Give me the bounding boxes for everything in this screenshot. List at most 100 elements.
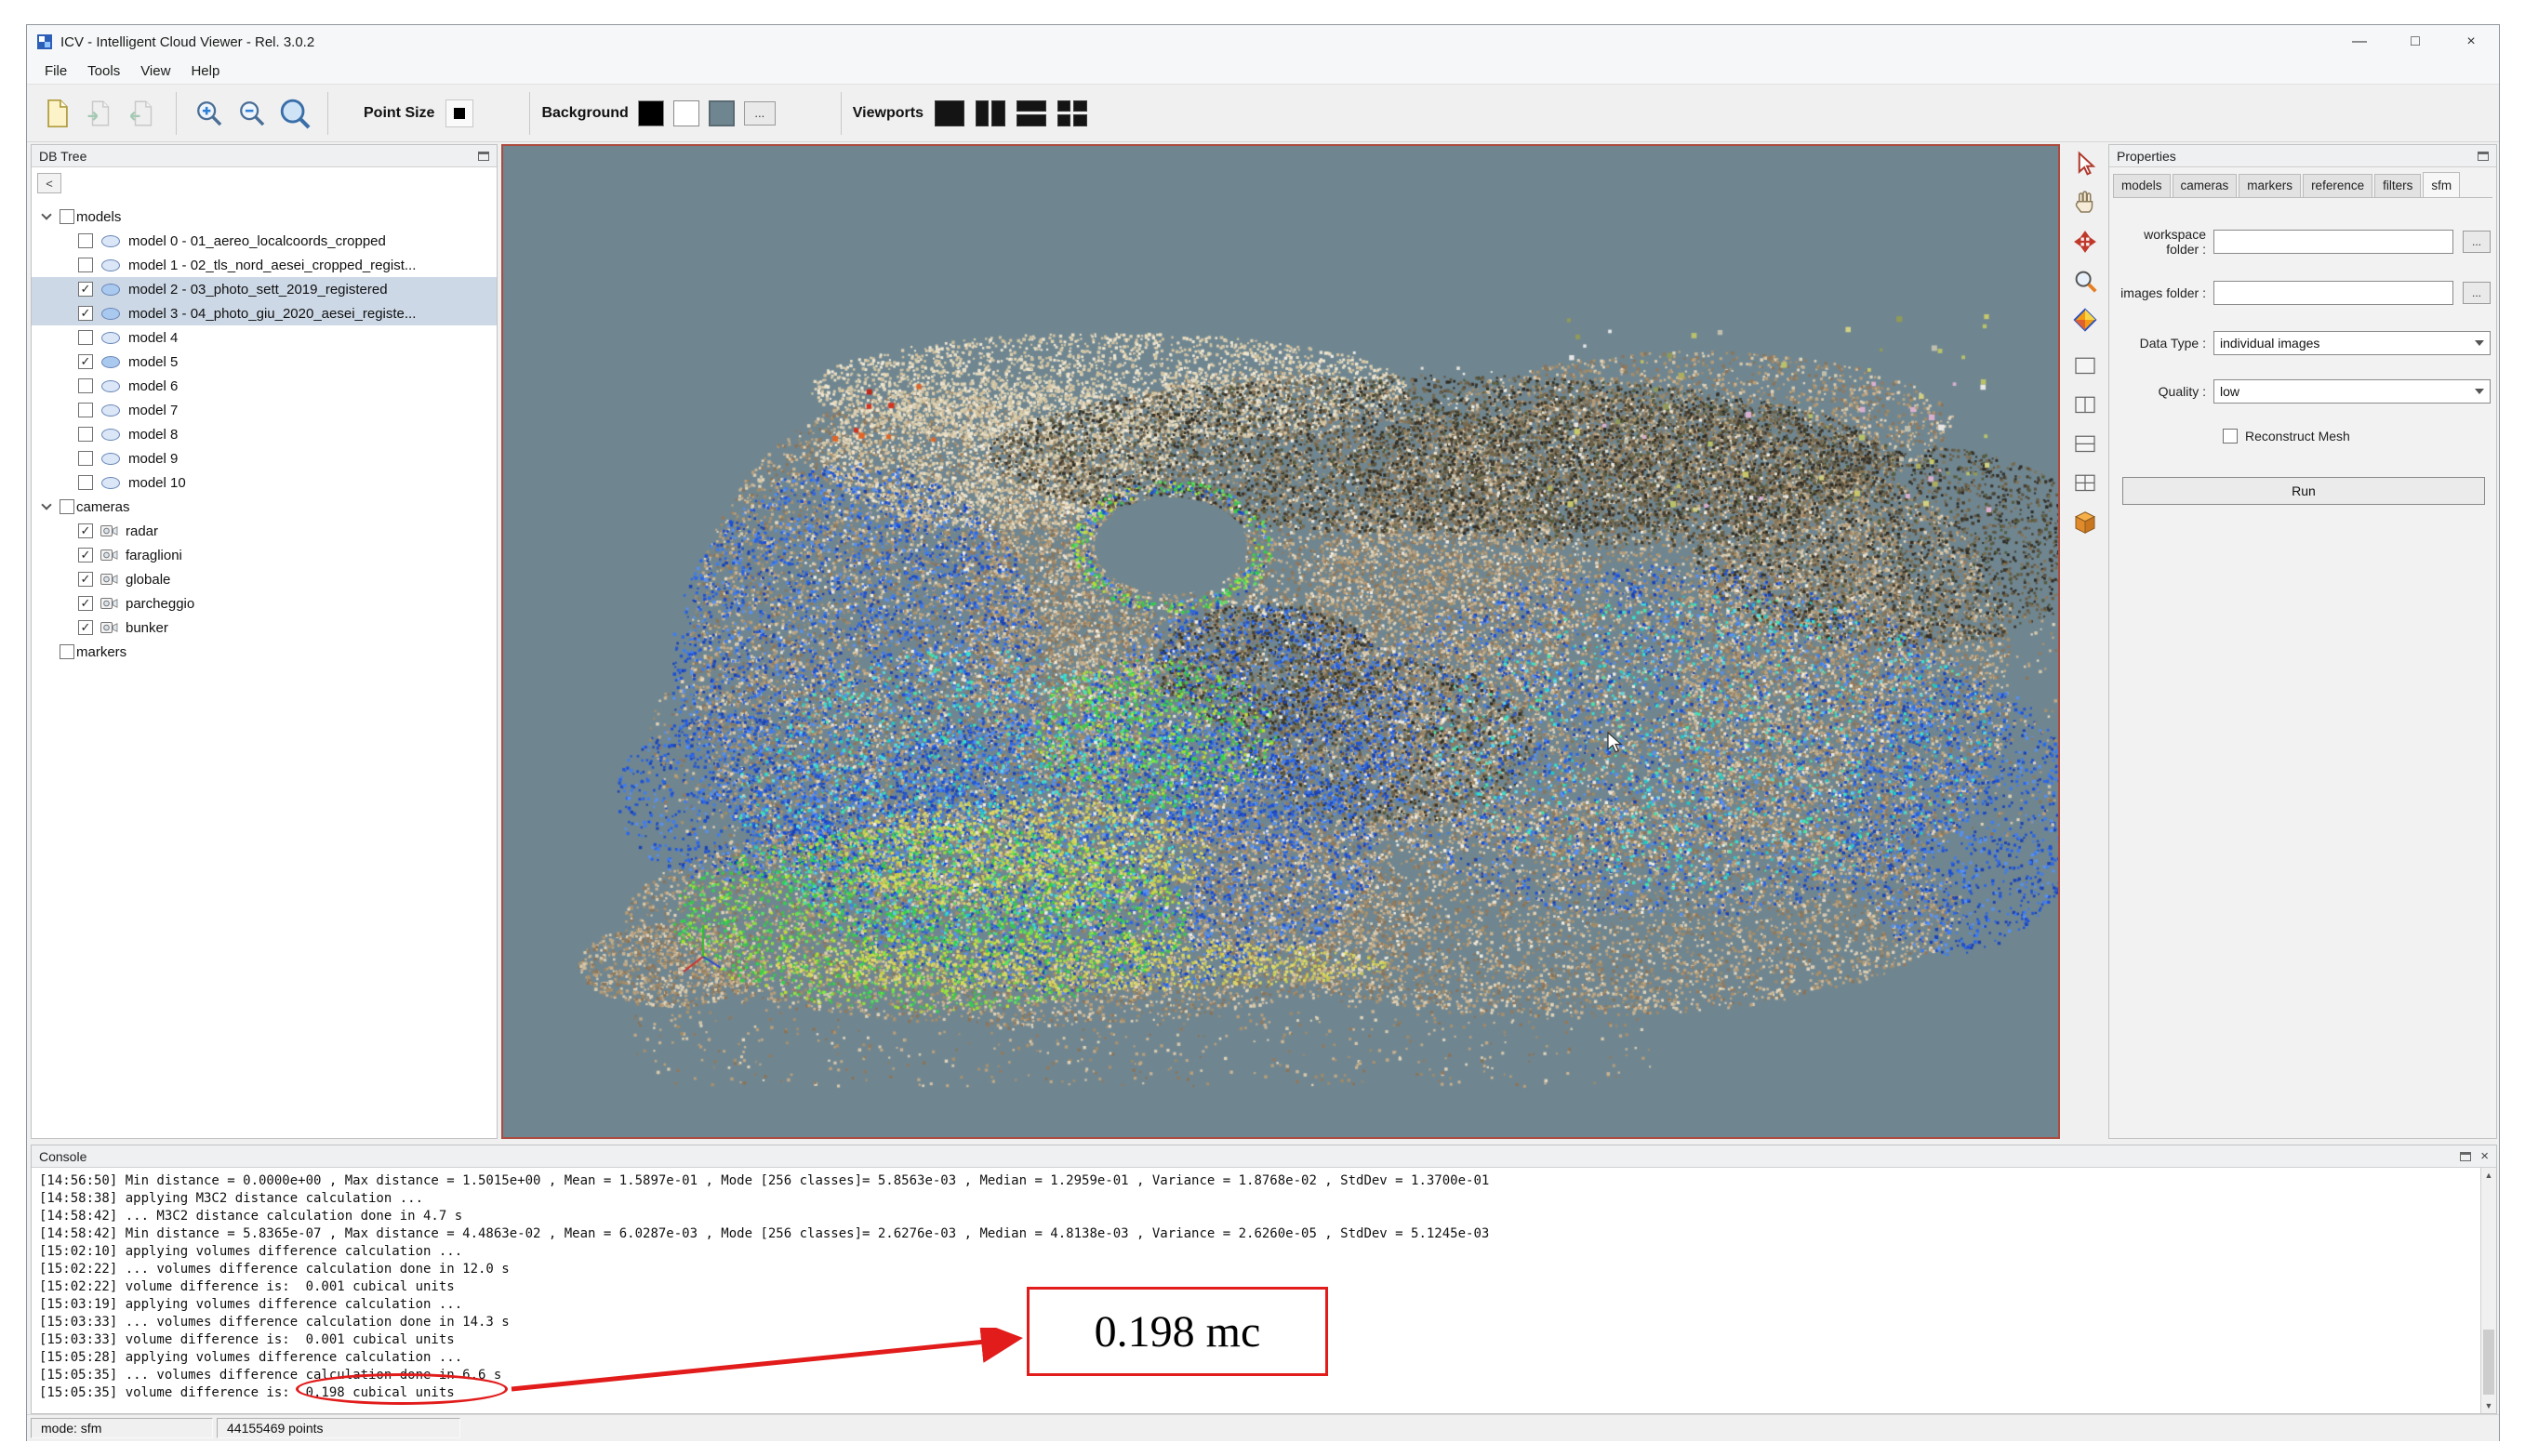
tree-item-model-10[interactable]: model 10 (32, 470, 497, 495)
item-checkbox[interactable] (78, 427, 93, 442)
background-gray-swatch[interactable] (709, 100, 735, 126)
item-checkbox[interactable]: ✓ (78, 548, 93, 563)
menu-file[interactable]: File (34, 60, 77, 82)
tab-sfm[interactable]: sfm (2423, 172, 2460, 197)
maximize-button[interactable]: □ (2387, 25, 2443, 59)
viewport-quad-button[interactable] (1057, 100, 1087, 126)
select-tool-button[interactable] (2067, 146, 2103, 181)
tree-item-markers[interactable]: markers (32, 640, 497, 664)
item-checkbox[interactable]: ✓ (78, 306, 93, 321)
viewport-two-vertical-button[interactable] (976, 100, 1005, 126)
tree-item-label: model 1 - 02_tls_nord_aesei_cropped_regi… (126, 258, 416, 273)
item-checkbox[interactable] (78, 475, 93, 490)
data-type-select[interactable]: individual images (2213, 331, 2491, 355)
tab-models[interactable]: models (2113, 174, 2171, 197)
viewport-single-button[interactable] (935, 100, 964, 126)
pan-tool-button[interactable] (2067, 185, 2103, 220)
view-pane-grid-button[interactable] (2067, 466, 2103, 501)
expander-icon[interactable] (41, 499, 51, 510)
tree-item-model-3-04-photo-giu-202[interactable]: ✓model 3 - 04_photo_giu_2020_aesei_regis… (32, 301, 497, 325)
viewports-label: Viewports (853, 105, 924, 122)
tree-item-model-4[interactable]: model 4 (32, 325, 497, 350)
console-scrollbar[interactable]: ▲ ▼ (2480, 1168, 2496, 1413)
item-checkbox[interactable]: ✓ (78, 282, 93, 297)
item-checkbox[interactable] (78, 330, 93, 345)
item-checkbox[interactable] (78, 258, 93, 272)
tree-item-bunker[interactable]: ✓bunker (32, 615, 497, 640)
viewport-3d[interactable] (501, 144, 2060, 1139)
zoom-out-button[interactable] (231, 92, 273, 135)
tree-item-cameras[interactable]: cameras (32, 495, 497, 519)
view-pane-vsplit-button[interactable] (2067, 388, 2103, 423)
item-checkbox[interactable]: ✓ (78, 620, 93, 635)
tab-reference[interactable]: reference (2303, 174, 2372, 197)
menu-view[interactable]: View (130, 60, 180, 82)
scrollbar-thumb[interactable] (2483, 1330, 2494, 1395)
view-pane-hsplit-button[interactable] (2067, 427, 2103, 462)
background-more-button[interactable]: ... (744, 101, 776, 126)
zoom-fit-button[interactable] (273, 92, 316, 135)
tree-item-model-8[interactable]: model 8 (32, 422, 497, 446)
tree-item-model-5[interactable]: ✓model 5 (32, 350, 497, 374)
new-file-button[interactable] (36, 92, 79, 135)
background-white-swatch[interactable] (673, 100, 699, 126)
tab-filters[interactable]: filters (2374, 174, 2421, 197)
close-button[interactable]: × (2443, 25, 2499, 59)
tree-item-model-0-01-aereo-localco[interactable]: model 0 - 01_aereo_localcoords_cropped (32, 229, 497, 253)
float-panel-icon[interactable] (2478, 152, 2489, 161)
reconstruct-mesh-checkbox[interactable] (2223, 429, 2238, 443)
tree-item-parcheggio[interactable]: ✓parcheggio (32, 591, 497, 615)
close-panel-icon[interactable]: × (2480, 1149, 2489, 1163)
run-button[interactable]: Run (2122, 477, 2485, 505)
menu-help[interactable]: Help (180, 60, 230, 82)
quality-select[interactable]: low (2213, 379, 2491, 404)
colormap-tool-button[interactable] (2067, 302, 2103, 338)
item-checkbox[interactable]: ✓ (78, 572, 93, 587)
mesh-cube-button[interactable] (2067, 505, 2103, 540)
pointcloud-icon (101, 429, 120, 441)
item-checkbox[interactable] (60, 499, 74, 514)
viewport-two-horizontal-button[interactable] (1017, 100, 1046, 126)
tree-item-model-2-03-photo-sett-20[interactable]: ✓model 2 - 03_photo_sett_2019_registered (32, 277, 497, 301)
transform-tool-button[interactable] (2067, 224, 2103, 259)
scroll-up-icon[interactable]: ▲ (2481, 1168, 2496, 1183)
expander-icon[interactable] (41, 209, 51, 219)
tree-item-model-7[interactable]: model 7 (32, 398, 497, 422)
item-checkbox[interactable] (60, 209, 74, 224)
item-checkbox[interactable]: ✓ (78, 523, 93, 538)
zoom-tool-button[interactable] (2067, 263, 2103, 298)
zoom-in-button[interactable] (188, 92, 231, 135)
workspace-folder-input[interactable] (2213, 230, 2453, 254)
tab-markers[interactable]: markers (2239, 174, 2301, 197)
tree-item-faraglioni[interactable]: ✓faraglioni (32, 543, 497, 567)
images-folder-input[interactable] (2213, 281, 2453, 305)
menu-tools[interactable]: Tools (77, 60, 130, 82)
tree-item-model-9[interactable]: model 9 (32, 446, 497, 470)
tree-item-model-1-02-tls-nord-aese[interactable]: model 1 - 02_tls_nord_aesei_cropped_regi… (32, 253, 497, 277)
images-browse-button[interactable]: ... (2463, 282, 2491, 304)
minimize-button[interactable]: — (2332, 25, 2387, 59)
point-cloud-canvas[interactable] (503, 146, 2058, 1137)
item-checkbox[interactable] (78, 451, 93, 466)
scroll-down-icon[interactable]: ▼ (2481, 1398, 2496, 1413)
item-checkbox[interactable] (78, 403, 93, 417)
background-black-swatch[interactable] (638, 100, 664, 126)
tree-back-button[interactable]: < (37, 173, 61, 193)
tree-item-radar[interactable]: ✓radar (32, 519, 497, 543)
item-checkbox[interactable] (78, 233, 93, 248)
view-pane-single-button[interactable] (2067, 349, 2103, 384)
float-panel-icon[interactable] (2460, 1152, 2471, 1161)
tree-item-model-6[interactable]: model 6 (32, 374, 497, 398)
workspace-browse-button[interactable]: ... (2463, 231, 2491, 253)
float-panel-icon[interactable] (478, 152, 489, 161)
tree-item-models[interactable]: models (32, 205, 497, 229)
point-size-swatch[interactable] (445, 99, 473, 127)
import-file-button[interactable] (79, 92, 122, 135)
tab-cameras[interactable]: cameras (2173, 174, 2238, 197)
item-checkbox[interactable]: ✓ (78, 354, 93, 369)
item-checkbox[interactable] (60, 644, 74, 659)
export-file-button[interactable] (122, 92, 165, 135)
tree-item-globale[interactable]: ✓globale (32, 567, 497, 591)
item-checkbox[interactable] (78, 378, 93, 393)
item-checkbox[interactable]: ✓ (78, 596, 93, 611)
